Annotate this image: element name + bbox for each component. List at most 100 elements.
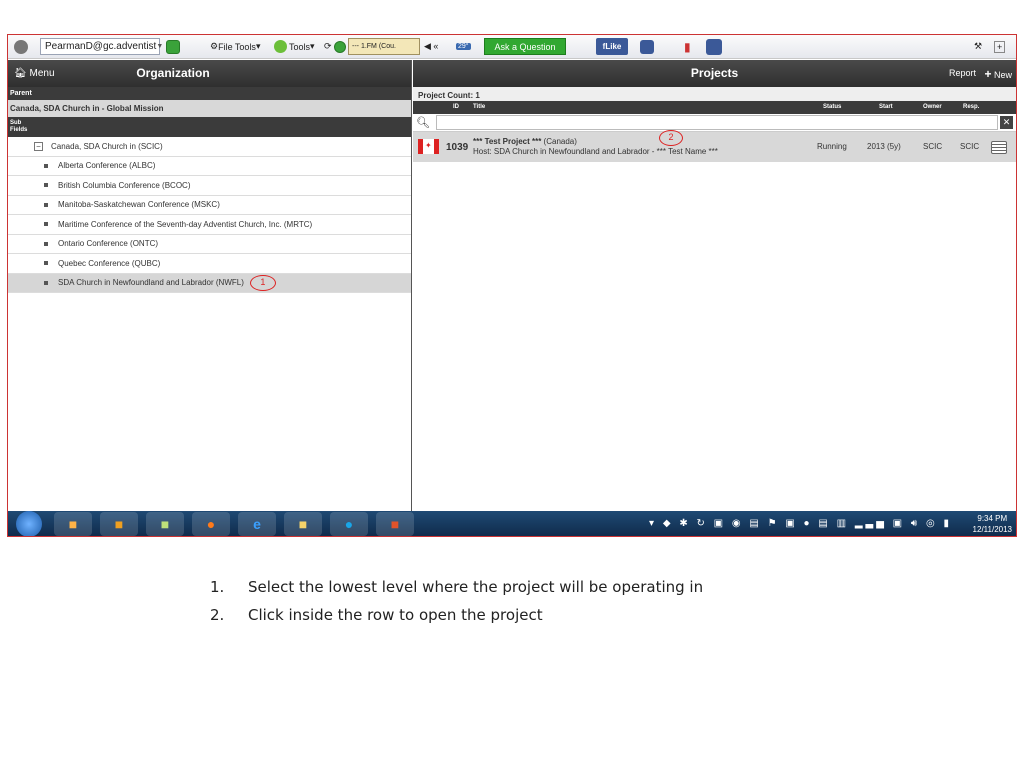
tree-item-bcoc[interactable]: British Columbia Conference (BCOC)	[8, 176, 411, 196]
trash-icon[interactable]: ▮	[684, 38, 691, 55]
tree-item-albc[interactable]: Alberta Conference (ALBC)	[8, 157, 411, 176]
canada-flag-icon	[418, 139, 439, 154]
step-number: 1.	[210, 578, 225, 596]
like-label: Like	[605, 42, 622, 51]
start-button[interactable]	[16, 511, 42, 536]
screenshot-frame: PearmanD@gc.adventist ▼ ⚙ File Tools ▾ To…	[7, 34, 1017, 537]
report-button[interactable]: Report	[949, 68, 976, 78]
facebook-like-button[interactable]: f Like	[596, 38, 628, 55]
outlook-icon[interactable]: ■	[100, 512, 138, 536]
new-label: New	[993, 70, 1012, 80]
sub-label: Sub	[10, 120, 22, 126]
bullet-icon	[44, 222, 48, 227]
project-title: *** Test Project *** (Canada)	[473, 137, 577, 146]
col-status[interactable]: Status	[823, 104, 841, 110]
parent-label: Parent	[8, 87, 411, 100]
skype-icon[interactable]: ●	[330, 512, 368, 536]
wrench-icon[interactable]: ⚒	[974, 38, 982, 55]
tree-item-label: Quebec Conference (QUBC)	[58, 258, 161, 268]
folder-icon[interactable]: ■	[284, 512, 322, 536]
weather-widget[interactable]: 29°	[456, 38, 471, 55]
tree-item-ontc[interactable]: Ontario Conference (ONTC)	[8, 235, 411, 254]
col-title[interactable]: Title	[473, 104, 485, 110]
sub-fields-label: Sub Fields	[8, 117, 411, 137]
file-tools-menu[interactable]: ⚙ File Tools ▾	[210, 38, 260, 55]
clock-time: 9:34 PM	[977, 514, 1008, 523]
new-project-button[interactable]: + New	[984, 67, 1012, 81]
clear-search-icon[interactable]: ✕	[1000, 116, 1013, 129]
media-player-icon[interactable]: ■	[54, 512, 92, 536]
search-input[interactable]	[436, 115, 998, 130]
projects-header: Projects Report + New	[413, 60, 1016, 87]
col-owner[interactable]: Owner	[923, 104, 942, 110]
collapse-icon[interactable]: −	[34, 141, 43, 151]
tree-item-label: Manitoba-Saskatchewan Conference (MSKC)	[58, 200, 220, 210]
weather-temp: 29°	[456, 43, 471, 50]
tree-item-mskc[interactable]: Manitoba-Saskatchewan Conference (MSKC)	[8, 196, 411, 215]
file-tools-label: File Tools	[218, 41, 256, 52]
ask-question-button[interactable]: Ask a Question	[484, 38, 566, 55]
firefox-icon[interactable]: ●	[192, 512, 230, 536]
project-count: Project Count: 1	[413, 87, 1016, 101]
project-status: Running	[817, 142, 847, 151]
tree-item-label: Canada, SDA Church in (SCIC)	[51, 141, 163, 151]
col-resp[interactable]: Resp.	[963, 104, 979, 110]
col-id[interactable]: ID	[453, 104, 459, 110]
facebook-icon[interactable]	[640, 38, 654, 55]
email-dropdown[interactable]: PearmanD@gc.adventist ▼	[40, 38, 164, 55]
ask-question-label: Ask a Question	[494, 41, 556, 52]
tree-item-qubc[interactable]: Quebec Conference (QUBC)	[8, 254, 411, 274]
tree-item-label: Alberta Conference (ALBC)	[58, 161, 156, 171]
instruction-step: 2. Click inside the row to open the proje…	[210, 606, 703, 634]
organization-title: Organization	[136, 66, 210, 80]
organization-header: 🏠︎ Menu Organization	[8, 60, 411, 87]
project-row[interactable]: 1039 *** Test Project *** (Canada) Host:…	[413, 130, 1016, 162]
radio-station-display[interactable]: --- 1.FM (Cou.	[348, 38, 420, 55]
clock[interactable]: 9:34 PM 12/11/2013	[973, 513, 1012, 535]
tree-item-nwfl[interactable]: SDA Church in Newfoundland and Labrador …	[8, 273, 411, 293]
col-start[interactable]: Start	[879, 104, 893, 110]
notes-icon[interactable]: ■	[146, 512, 184, 536]
gear-icon[interactable]	[14, 38, 28, 55]
browser-toolbar: PearmanD@gc.adventist ▼ ⚙ File Tools ▾ To…	[8, 35, 1016, 59]
projects-title: Projects	[690, 66, 739, 80]
project-host: Host: SDA Church in Newfoundland and Lab…	[473, 147, 718, 156]
internet-explorer-icon[interactable]: e	[238, 512, 276, 536]
project-title-bold: *** Test Project ***	[473, 137, 542, 146]
column-headers: ID Title Status Start Owner Resp.	[413, 101, 1016, 114]
volume-icon[interactable]: ◀ «	[424, 38, 438, 55]
tree-item-label: British Columbia Conference (BCOC)	[58, 180, 191, 190]
organization-pane: 🏠︎ Menu Organization Parent Canada, SDA …	[8, 60, 412, 536]
refresh-icon[interactable]: ⟳	[324, 38, 332, 55]
project-start: 2013 (5y)	[867, 142, 901, 151]
annotation-marker-2: 2	[659, 130, 683, 146]
parent-value[interactable]: Canada, SDA Church in - Global Mission	[8, 100, 411, 117]
powerpoint-icon[interactable]: ■	[376, 512, 414, 536]
fields-label: Fields	[10, 127, 28, 133]
row-menu-icon[interactable]	[991, 141, 1007, 154]
tree-root-item[interactable]: − Canada, SDA Church in (SCIC)	[8, 137, 411, 157]
tools-menu[interactable]: Tools ▾	[274, 38, 315, 55]
bullet-icon	[44, 261, 48, 266]
tools-label: Tools	[289, 41, 311, 52]
windows-taskbar: ■ ■ ■ ● e ■ ● ■ ▾ ◆ ✱ ↻ ▣ ◉ ▤ ⚑ ▣ ● ▤ ▥ …	[8, 511, 1016, 536]
step-text: Click inside the row to open the project	[248, 606, 543, 624]
facebook-notifications-icon[interactable]	[706, 38, 722, 55]
tree-item-mrtc[interactable]: Maritime Conference of the Seventh-day A…	[8, 215, 411, 235]
tree-item-label: Ontario Conference (ONTC)	[58, 239, 159, 249]
bullet-icon	[44, 280, 48, 285]
bullet-icon	[44, 241, 48, 246]
projects-pane: Projects Report + New Project Count: 1 I…	[413, 60, 1016, 536]
tree-item-label: SDA Church in Newfoundland and Labrador …	[58, 278, 244, 288]
project-owner: SCIC	[923, 142, 943, 151]
play-icon[interactable]	[334, 38, 346, 55]
step-number: 2.	[210, 606, 225, 624]
chevron-down-icon: ▼	[156, 43, 164, 50]
bullet-icon	[44, 163, 48, 168]
step-text: Select the lowest level where the projec…	[248, 578, 704, 596]
add-icon[interactable]: +	[994, 38, 1006, 55]
system-tray-icons[interactable]: ▾ ◆ ✱ ↻ ▣ ◉ ▤ ⚑ ▣ ● ▤ ▥ ▂▃▅ ▣ 🔊︎ ◎ ▮	[649, 518, 952, 529]
annotation-marker-1: 1	[249, 274, 276, 291]
go-arrow-icon[interactable]	[166, 38, 180, 55]
plus-icon: +	[984, 67, 992, 81]
